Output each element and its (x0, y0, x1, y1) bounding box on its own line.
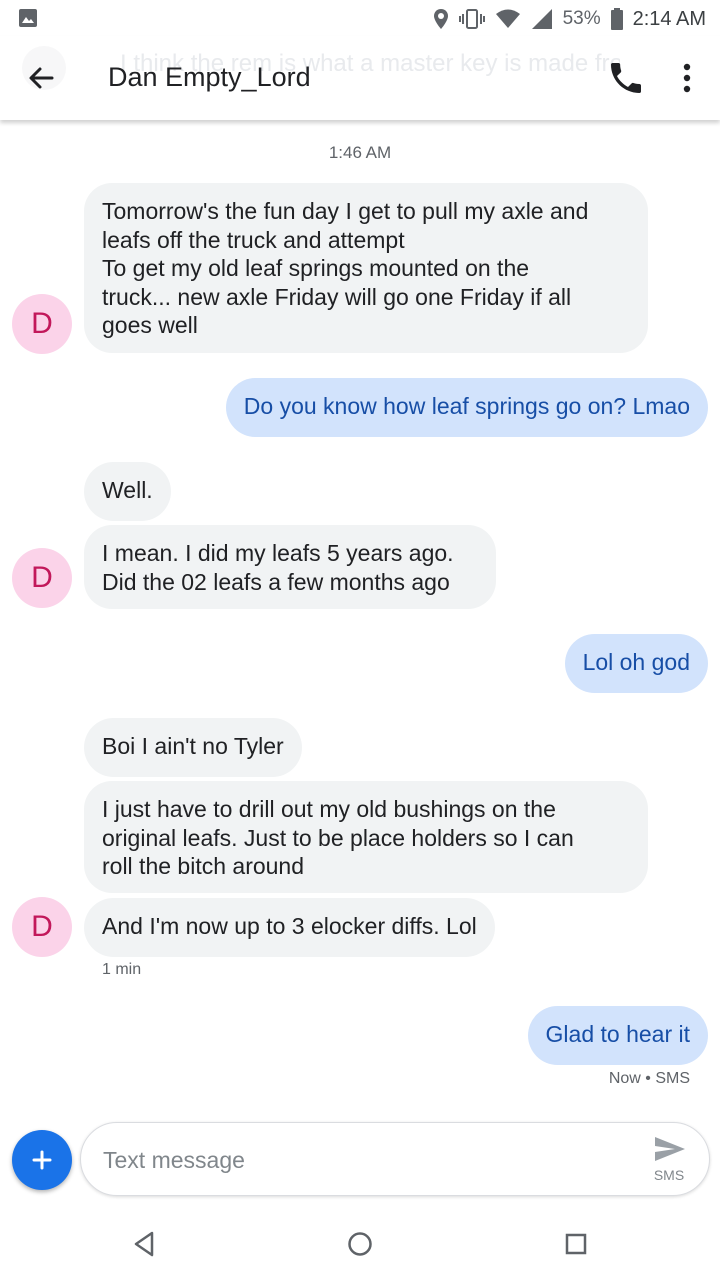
message-line: leafs off the truck and attempt (102, 226, 405, 253)
send-label: SMS (653, 1167, 685, 1183)
gallery-notification-icon (19, 9, 37, 27)
phone-icon[interactable] (606, 58, 646, 98)
message-line: Tomorrow's the fun day I get to pull my … (102, 198, 589, 224)
message-age: 1 min (102, 961, 142, 978)
nav-back-icon[interactable] (130, 1230, 158, 1258)
incoming-message[interactable]: Tomorrow's the fun day I get to pull my … (84, 183, 648, 353)
message-line: I mean. I did my leafs 5 years ago. (102, 540, 454, 566)
message-status: Now • SMS (608, 1070, 690, 1087)
nav-recents-icon[interactable] (562, 1230, 590, 1258)
contact-avatar[interactable]: D (12, 548, 72, 608)
arrow-back-icon[interactable] (22, 58, 62, 98)
battery-percentage: 53% (562, 8, 601, 29)
contact-avatar[interactable]: D (12, 294, 72, 354)
incoming-message[interactable]: Well. (84, 462, 171, 521)
attach-button[interactable] (12, 1130, 72, 1190)
more-vert-icon[interactable] (672, 58, 702, 98)
compose-bar: SMS (80, 1122, 710, 1196)
message-line: goes well (102, 312, 198, 338)
message-line: To get my old leaf springs mounted on th… (102, 255, 530, 281)
incoming-message[interactable]: Boi I ain't no Tyler (84, 718, 302, 777)
location-icon (433, 9, 448, 29)
conversation-title: Dan Empty_Lord (108, 62, 311, 92)
status-bar: 53% 2:14 AM (0, 0, 720, 36)
incoming-message[interactable]: I mean. I did my leafs 5 years ago. Did … (84, 525, 496, 609)
nav-home-icon[interactable] (346, 1230, 374, 1258)
send-sms-button[interactable]: SMS (647, 1133, 691, 1187)
incoming-message[interactable]: And I'm now up to 3 elocker diffs. Lol (84, 898, 495, 957)
signal-icon (531, 9, 552, 29)
outgoing-message[interactable]: Lol oh god (564, 634, 708, 693)
vibrate-icon (458, 9, 485, 29)
message-line: Did the 02 leafs a few months ago (102, 568, 450, 595)
contact-avatar[interactable]: D (12, 897, 72, 957)
plus-icon (32, 1150, 52, 1170)
message-line: I just have to drill out my old bushings… (102, 796, 556, 822)
wifi-icon (495, 9, 520, 28)
message-input[interactable] (101, 1141, 605, 1179)
incoming-message[interactable]: I just have to drill out my old bushings… (84, 781, 648, 893)
status-time: 2:14 AM (632, 7, 706, 30)
message-line: roll the bitch around (102, 853, 305, 879)
message-line: truck... new axle Friday will go one Fri… (102, 283, 572, 310)
app-bar: I think the rem is what a master key is … (0, 36, 720, 120)
outgoing-message[interactable]: Do you know how leaf springs go on? Lmao (225, 378, 708, 437)
message-line: original leafs. Just to be place holders… (102, 824, 574, 851)
system-nav-bar (0, 1208, 720, 1280)
battery-icon (610, 8, 623, 30)
outgoing-message[interactable]: Glad to hear it (527, 1006, 708, 1065)
send-icon (655, 1137, 685, 1161)
message-timestamp: 1:46 AM (328, 143, 392, 162)
